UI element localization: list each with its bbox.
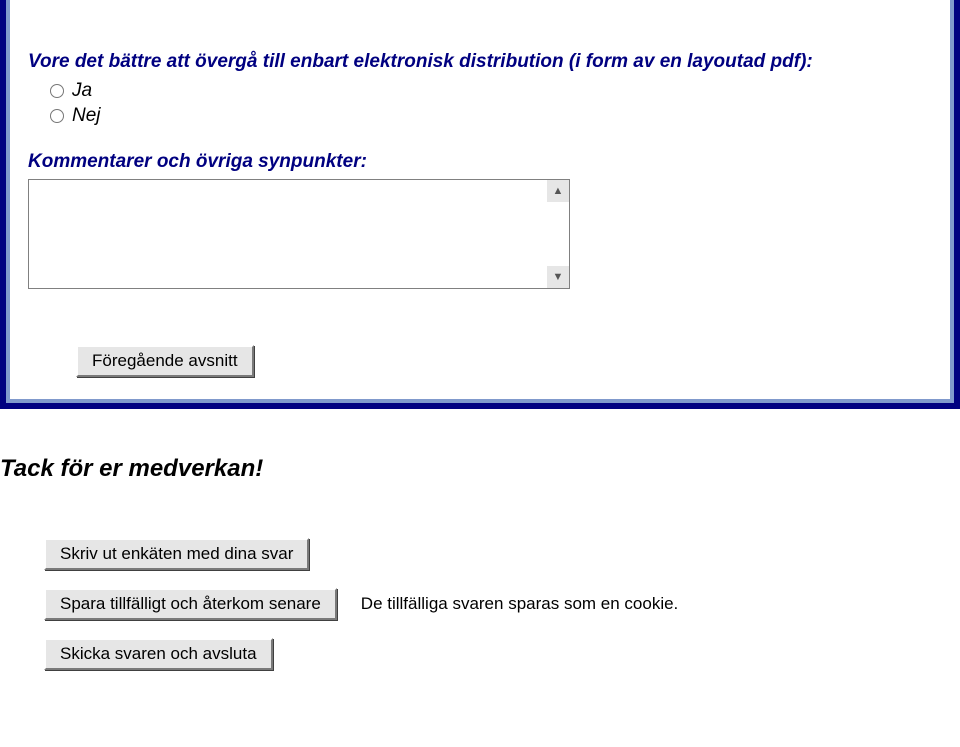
scrollbar[interactable]: ▲ ▼ <box>547 180 569 288</box>
save-temp-button[interactable]: Spara tillfälligt och återkom senare <box>44 588 337 620</box>
radio-option-label: Nej <box>72 105 101 127</box>
previous-section-button[interactable]: Föregående avsnitt <box>76 345 254 377</box>
radio-icon <box>50 84 64 98</box>
radio-option-label: Ja <box>72 80 92 102</box>
cookie-note: De tillfälliga svaren sparas som en cook… <box>361 594 678 614</box>
form-panel-inner: Vore det bättre att övergå till enbart e… <box>6 0 954 403</box>
scroll-up-icon[interactable]: ▲ <box>547 180 569 202</box>
radio-option-yes[interactable]: Ja <box>28 80 932 102</box>
question-label: Vore det bättre att övergå till enbart e… <box>28 50 932 74</box>
comments-textarea[interactable]: ▲ ▼ <box>28 179 570 289</box>
comments-textarea-content[interactable] <box>32 183 545 285</box>
radio-option-no[interactable]: Nej <box>28 105 932 127</box>
form-panel: Vore det bättre att övergå till enbart e… <box>0 0 960 409</box>
comments-label: Kommentarer och övriga synpunkter: <box>28 151 932 173</box>
radio-icon <box>50 109 64 123</box>
print-button[interactable]: Skriv ut enkäten med dina svar <box>44 538 309 570</box>
scroll-down-icon[interactable]: ▼ <box>547 266 569 288</box>
submit-button[interactable]: Skicka svaren och avsluta <box>44 638 273 670</box>
thank-you-heading: Tack för er medverkan! <box>0 455 960 483</box>
